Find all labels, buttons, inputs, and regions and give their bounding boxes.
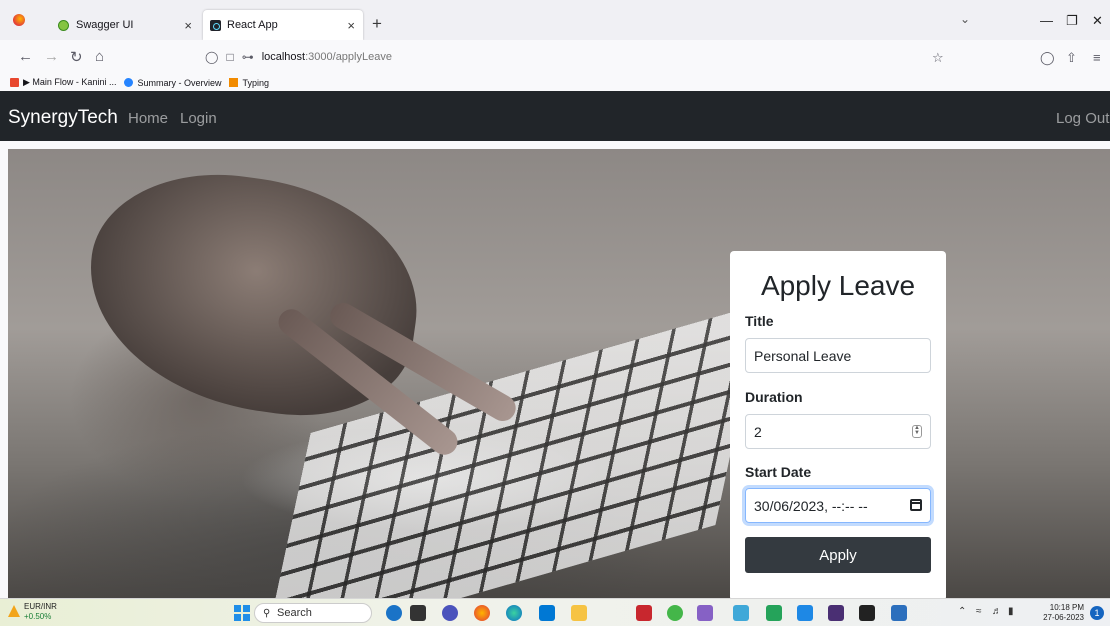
- task-view-icon[interactable]: [410, 605, 426, 621]
- taskbar-clock[interactable]: 10:18 PM 27-06-2023: [1036, 603, 1084, 623]
- app-navbar: SynergyTech Home Login Log Out: [0, 91, 1110, 141]
- close-tab-icon[interactable]: ×: [184, 18, 192, 33]
- snipping-tool-icon[interactable]: [733, 605, 749, 621]
- forward-icon[interactable]: →: [44, 48, 59, 65]
- key-icon[interactable]: ⊶: [242, 50, 254, 64]
- file-explorer-icon[interactable]: [571, 605, 587, 621]
- tab-title: React App: [227, 19, 278, 31]
- apply-button[interactable]: Apply: [745, 537, 931, 573]
- title-input-value: Personal Leave: [754, 347, 852, 364]
- bookmark-label: Summary - Overview: [137, 77, 222, 88]
- home-icon[interactable]: ⌂: [95, 48, 104, 65]
- duration-input-value: 2: [754, 423, 762, 440]
- apply-leave-card: Apply Leave Title Personal Leave Duratio…: [730, 251, 946, 601]
- bookmark-star-icon[interactable]: ☆: [932, 50, 944, 66]
- volume-icon[interactable]: ♬: [992, 606, 1002, 617]
- swagger-favicon-icon: [58, 19, 69, 31]
- stock-widget-icon[interactable]: [8, 605, 20, 617]
- firefox-icon[interactable]: [13, 14, 25, 26]
- taskbar-search[interactable]: ⚲ Search: [254, 603, 372, 623]
- bookmark-summary-overview[interactable]: Summary - Overview: [124, 78, 221, 88]
- close-tab-icon[interactable]: ×: [347, 18, 355, 33]
- share-icon[interactable]: ⇧: [1066, 50, 1077, 66]
- nav-logout[interactable]: Log Out: [1056, 110, 1109, 127]
- nav-home[interactable]: Home: [128, 110, 168, 127]
- wifi-icon[interactable]: ≈: [976, 606, 982, 617]
- start-date-input-value: 30/06/2023, --:-- --: [754, 497, 868, 514]
- start-date-input[interactable]: 30/06/2023, --:-- --: [745, 488, 931, 523]
- windows-start-icon[interactable]: [234, 605, 250, 621]
- search-icon: ⚲: [263, 608, 271, 619]
- wps-office-icon[interactable]: [636, 605, 652, 621]
- tray-chevron-icon[interactable]: ⌃: [958, 606, 966, 617]
- bing-icon[interactable]: [386, 605, 402, 621]
- address-bar[interactable]: ◯ □ ⊶ localhost:3000/applyLeave: [205, 45, 950, 69]
- title-input[interactable]: Personal Leave: [745, 338, 931, 373]
- react-favicon-icon: [210, 19, 221, 31]
- restore-icon[interactable]: ❐: [1066, 13, 1078, 29]
- notepad-icon[interactable]: [766, 605, 782, 621]
- calendar-icon[interactable]: [910, 499, 922, 511]
- nav-login[interactable]: Login: [180, 110, 217, 127]
- form-heading: Apply Leave: [760, 270, 916, 301]
- whatsapp-icon[interactable]: [667, 605, 683, 621]
- ticker-name: EUR/INR: [24, 602, 57, 611]
- chat-icon[interactable]: [442, 605, 458, 621]
- close-window-icon[interactable]: ✕: [1092, 13, 1103, 29]
- search-label: Search: [277, 607, 312, 619]
- duration-input[interactable]: 2 ▲ ▼: [745, 414, 931, 449]
- shield-icon[interactable]: ◯: [205, 50, 218, 64]
- duration-label: Duration: [745, 389, 803, 405]
- url-path: :3000/applyLeave: [305, 51, 392, 63]
- visual-studio-icon[interactable]: [697, 605, 713, 621]
- battery-icon[interactable]: ▮: [1008, 606, 1014, 617]
- tab-react-app[interactable]: React App ×: [203, 10, 363, 40]
- page-icon: □: [226, 50, 234, 64]
- jira-icon: [124, 78, 134, 87]
- clock-time: 10:18 PM: [1049, 603, 1084, 612]
- minimize-icon[interactable]: —: [1040, 13, 1053, 28]
- back-icon[interactable]: ←: [18, 48, 33, 65]
- firefox-taskbar-icon[interactable]: [474, 605, 490, 621]
- pocket-icon[interactable]: ◯: [1040, 50, 1055, 66]
- number-spinner-icon[interactable]: ▲ ▼: [912, 425, 922, 438]
- photos-icon[interactable]: [891, 605, 907, 621]
- browser-tab-strip: Swagger UI × React App × + ⌄ — ❐ ✕: [0, 0, 1110, 40]
- stock-widget[interactable]: EUR/INR +0.50%: [24, 602, 57, 622]
- bookmark-label: Typing: [242, 77, 269, 88]
- title-label: Title: [745, 313, 774, 329]
- bookmark-typing[interactable]: Typing: [229, 78, 269, 88]
- new-tab-button[interactable]: +: [372, 14, 382, 34]
- bookmarks-bar: ▶ Main Flow - Kanini ... Summary - Overv…: [0, 74, 1110, 91]
- store-icon[interactable]: [539, 605, 555, 621]
- tab-title: Swagger UI: [76, 19, 134, 31]
- cmd-icon[interactable]: [859, 605, 875, 621]
- typing-icon: [229, 78, 239, 87]
- menu-icon[interactable]: ≡: [1093, 50, 1101, 65]
- url-host: localhost: [261, 51, 306, 63]
- edge-icon[interactable]: [506, 605, 522, 621]
- bookmark-label: ▶ Main Flow - Kanini ...: [23, 77, 117, 87]
- list-tabs-chevron-icon[interactable]: ⌄: [960, 12, 970, 26]
- reload-icon[interactable]: ↻: [70, 48, 83, 66]
- windows-taskbar: EUR/INR +0.50% ⚲ Search ⌃ ≈ ♬ ▮ 10:18 PM…: [0, 598, 1110, 626]
- clock-date: 27-06-2023: [1043, 613, 1084, 622]
- bookmark-main-flow[interactable]: ▶ Main Flow - Kanini ...: [10, 77, 116, 88]
- notification-badge[interactable]: 1: [1090, 606, 1104, 620]
- ticker-change: +0.50%: [24, 612, 52, 621]
- bookmark-favicon-icon: [10, 78, 19, 87]
- vscode-icon[interactable]: [797, 605, 813, 621]
- start-date-label: Start Date: [745, 464, 812, 480]
- brand-logo[interactable]: SynergyTech: [8, 107, 118, 129]
- tab-swagger-ui[interactable]: Swagger UI ×: [50, 10, 200, 40]
- terminal-icon[interactable]: [828, 605, 844, 621]
